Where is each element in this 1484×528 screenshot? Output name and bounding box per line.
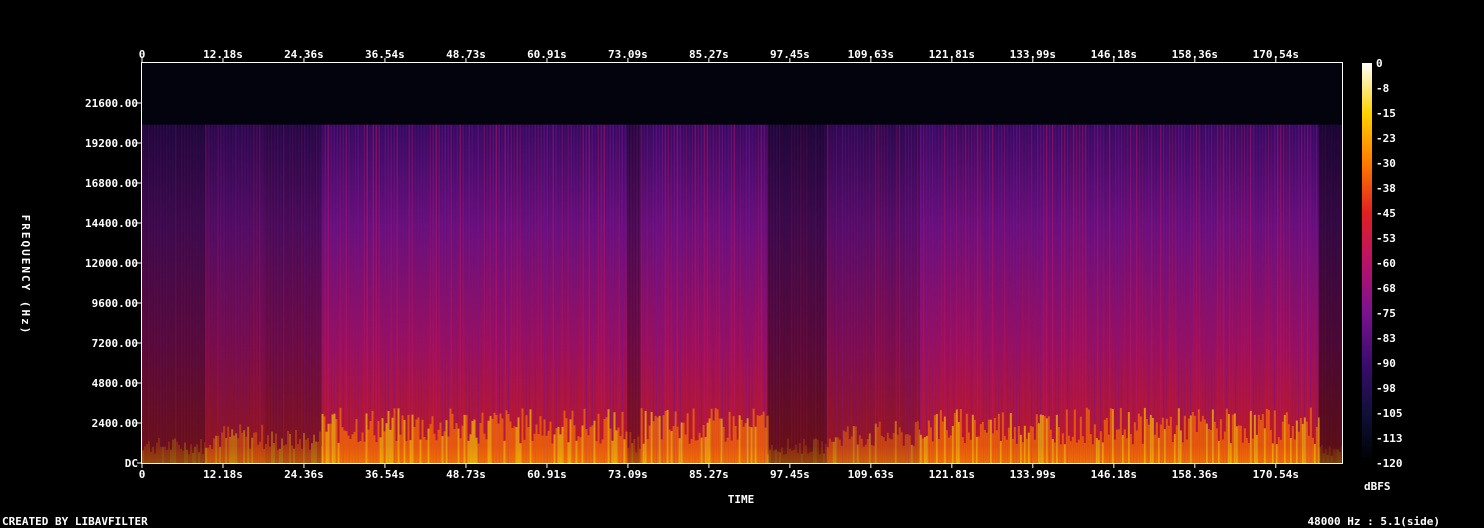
x-tick-label: 85.27s <box>689 468 729 481</box>
x-tick-label: 121.81s <box>929 48 975 61</box>
created-by-credit: CREATED BY LIBAVFILTER <box>2 515 148 528</box>
y-tick-label: DC <box>125 457 138 470</box>
y-tick-label: 4800.00 <box>92 377 138 390</box>
colorbar-tick-label: -90 <box>1376 357 1396 370</box>
y-tick-label: 7200.00 <box>92 337 138 350</box>
spectrogram-segment <box>627 124 642 464</box>
colorbar-tick-label: -23 <box>1376 132 1396 145</box>
x-tick-label: 85.27s <box>689 48 729 61</box>
x-tick-label: 24.36s <box>284 48 324 61</box>
colorbar-tick-label: -98 <box>1376 382 1396 395</box>
x-tick-label: 0 <box>139 48 146 61</box>
y-tick-label: 9600.00 <box>92 297 138 310</box>
spectrogram-segment <box>766 124 827 464</box>
x-tick-label: 146.18s <box>1091 468 1137 481</box>
colorbar-tick-label: -120 <box>1376 457 1403 470</box>
y-tick-label: 14400.00 <box>85 217 138 230</box>
spectrogram-segment <box>919 124 1320 464</box>
spectrogram-segment <box>205 124 266 464</box>
time-axis-bottom: 0 12.18s 24.36s 36.54s 48.73s 60.91s 73.09s 85.… <box>139 463 1299 481</box>
colorbar-gradient <box>1362 63 1372 463</box>
x-tick-label: 24.36s <box>284 468 324 481</box>
colorbar-tick-label: -8 <box>1376 82 1389 95</box>
x-tick-label: 97.45s <box>770 48 810 61</box>
colorbar-tick-label: 0 <box>1376 57 1383 70</box>
spectrogram-segment <box>142 124 207 464</box>
colorbar-tick-label: -45 <box>1376 207 1396 220</box>
x-tick-label: 48.73s <box>446 48 486 61</box>
colorbar-tick-label: -30 <box>1376 157 1396 170</box>
colorbar-tick-label: -60 <box>1376 257 1396 270</box>
colorbar-tick-label: -75 <box>1376 307 1396 320</box>
y-tick-label: 21600.00 <box>85 97 138 110</box>
frequency-axis: DC 2400.00 4800.00 7200.00 9600.00 12000.00 14… <box>85 97 142 470</box>
colorbar-unit-label: dBFS <box>1364 480 1391 493</box>
time-axis-top: 0 12.18s 24.36s 36.54s 48.73s 60.91s 73.09s 85.… <box>139 48 1299 63</box>
x-tick-label: 12.18s <box>203 468 243 481</box>
x-tick-label: 60.91s <box>527 468 567 481</box>
x-tick-label: 121.81s <box>929 468 975 481</box>
x-tick-label: 36.54s <box>365 468 405 481</box>
x-tick-label: 158.36s <box>1172 468 1218 481</box>
x-tick-label: 73.09s <box>608 468 648 481</box>
spectrogram-segment <box>264 124 323 464</box>
y-tick-label: 12000.00 <box>85 257 138 270</box>
colorbar-tick-label: -15 <box>1376 107 1396 120</box>
colorbar-tick-label: -83 <box>1376 332 1396 345</box>
x-tick-label: 73.09s <box>608 48 648 61</box>
dbfs-colorbar: 0 -8 -15 -23 -30 -38 -45 -53 -60 -68 -75 -83 -90 -98 -… <box>1362 57 1403 470</box>
x-tick-label: 133.99s <box>1010 468 1056 481</box>
y-tick-label: 16800.00 <box>85 177 138 190</box>
colorbar-tick-label: -68 <box>1376 282 1396 295</box>
x-tick-label: 12.18s <box>203 48 243 61</box>
x-axis-label: TIME <box>728 493 755 506</box>
x-tick-label: 97.45s <box>770 468 810 481</box>
colorbar-tick-label: -105 <box>1376 407 1403 420</box>
y-axis-label: FREQUENCY (Hz) <box>19 215 32 336</box>
spectrogram-segment <box>321 124 628 464</box>
y-tick-label: 2400.00 <box>92 417 138 430</box>
spectrogram-plot-area <box>141 62 1343 464</box>
colorbar-tick-label: -113 <box>1376 432 1403 445</box>
x-tick-label: 170.54s <box>1253 48 1299 61</box>
colorbar-tick-label: -53 <box>1376 232 1396 245</box>
x-tick-label: 109.63s <box>848 48 894 61</box>
stream-info: 48000 Hz : 5.1(side) <box>1307 515 1440 528</box>
spectrogram-segment <box>826 124 922 464</box>
colorbar-tick-label: -38 <box>1376 182 1396 195</box>
x-tick-label: 60.91s <box>527 48 567 61</box>
x-tick-label: 109.63s <box>848 468 894 481</box>
x-tick-label: 158.36s <box>1172 48 1218 61</box>
x-tick-label: 36.54s <box>365 48 405 61</box>
x-tick-label: 48.73s <box>446 468 486 481</box>
x-tick-label: 170.54s <box>1253 468 1299 481</box>
spectrogram-chart: 0 12.18s 24.36s 36.54s 48.73s 60.91s 73.09s 85.… <box>19 48 1403 506</box>
spectrogram-segment <box>640 124 769 464</box>
x-tick-label: 0 <box>139 468 146 481</box>
spectrogram-segment <box>1318 124 1343 464</box>
y-tick-label: 19200.00 <box>85 137 138 150</box>
x-tick-label: 146.18s <box>1091 48 1137 61</box>
x-tick-label: 133.99s <box>1010 48 1056 61</box>
